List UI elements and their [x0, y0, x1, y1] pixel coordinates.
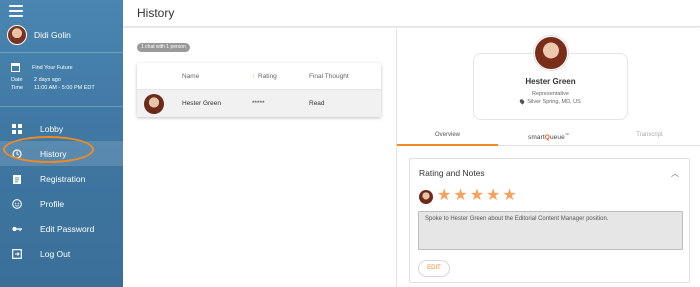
sidebar-item-label: Profile — [40, 198, 65, 209]
tab-smartqueue[interactable]: smartQueue™ — [498, 124, 599, 145]
star-icon: ★ — [453, 187, 468, 204]
sidebar-item-label: Edit Password — [40, 223, 95, 234]
tab-transcript[interactable]: Transcript — [599, 124, 700, 145]
column-final-thought[interactable]: Final Thought — [309, 73, 381, 80]
event-date-label: Date — [11, 77, 23, 83]
profile-location: Silver Spring, MD, US — [473, 98, 628, 105]
divider — [0, 106, 123, 107]
row-name: Hester Green — [182, 100, 222, 107]
event-title: Find Your Future — [32, 64, 73, 71]
user-info: Didi Golin — [7, 25, 71, 45]
detail-tabs: Overview smartQueue™ Transcript — [397, 124, 700, 146]
calendar-icon — [11, 63, 20, 72]
clipboard-icon — [12, 174, 22, 184]
chat-count-badge: 1 chat with 1 person — [137, 43, 190, 52]
edit-button[interactable]: EDIT — [418, 260, 450, 277]
profile-role: Representative — [532, 91, 569, 97]
key-icon — [12, 224, 22, 234]
avatar — [7, 25, 27, 45]
sort-arrow-icon: ↑ — [252, 73, 255, 80]
notes-text: Spoke to Hester Green about the Editoria… — [418, 211, 683, 250]
star-icon: ★ — [469, 187, 485, 204]
event-time-value: 11:00 AM - 5:00 PM EDT — [34, 85, 95, 91]
table-header: Name ↑ Rating Final Thought — [137, 63, 381, 90]
sidebar-item-label: Registration — [40, 173, 86, 184]
divider — [0, 52, 123, 53]
avatar — [419, 190, 433, 204]
avatar — [144, 93, 164, 114]
sidebar-item-label: Lobby — [40, 123, 64, 134]
smartqueue-logo: smartQueue™ — [528, 132, 569, 142]
event-date-value: 2 days ago — [34, 77, 61, 83]
logout-icon — [12, 248, 22, 259]
profile-avatar — [534, 36, 568, 70]
column-name[interactable]: Name — [182, 73, 252, 80]
profile-icon — [12, 198, 22, 209]
history-list-panel: 1 chat with 1 person Name ↑ Rating Final … — [123, 28, 396, 287]
rating-notes-card: Rating and Notes ︿ ★ ★ ★ ★ ★ Spoke to He… — [409, 158, 690, 283]
menu-icon[interactable] — [9, 5, 23, 17]
sidebar-item-edit-password[interactable]: Edit Password — [0, 216, 123, 241]
event-info: Find Your Future Date 2 days ago Time 11:0… — [11, 63, 95, 92]
star-icon: ★ — [437, 187, 452, 204]
chevron-up-icon[interactable]: ︿ — [671, 168, 679, 179]
history-table: Name ↑ Rating Final Thought Hester Green … — [137, 63, 381, 117]
row-rating: ***** — [252, 100, 265, 107]
star-icon: ★ — [502, 187, 517, 204]
table-row[interactable]: Hester Green ***** Read — [137, 90, 381, 117]
tab-overview[interactable]: Overview — [397, 124, 498, 146]
row-final-thought: Read — [309, 100, 325, 107]
detail-panel: Hester Green Representative Silver Sprin… — [397, 28, 700, 287]
sidebar-item-profile[interactable]: Profile — [0, 191, 123, 216]
highlight-annotation — [3, 136, 94, 163]
top-header: History — [123, 0, 700, 27]
user-name: Didi Golin — [34, 30, 71, 40]
star-rating: ★ ★ ★ ★ ★ — [437, 186, 519, 206]
sidebar-item-label: Log Out — [40, 248, 71, 259]
profile-name: Hester Green — [525, 77, 576, 86]
sidebar-item-log-out[interactable]: Log Out — [0, 241, 123, 266]
column-rating[interactable]: ↑ Rating — [252, 73, 309, 80]
star-icon: ★ — [486, 187, 501, 204]
notes-title: Rating and Notes — [419, 168, 485, 178]
page-title: History — [137, 6, 175, 20]
location-pin-icon — [519, 98, 526, 105]
event-time-label: Time — [11, 85, 24, 91]
lobby-icon — [12, 123, 22, 134]
sidebar-item-registration[interactable]: Registration — [0, 166, 123, 191]
